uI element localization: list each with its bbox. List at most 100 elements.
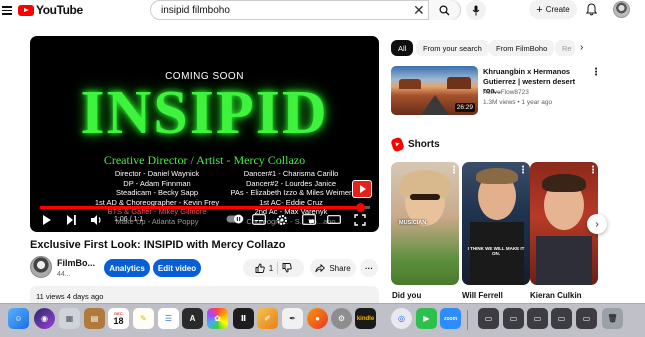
miniplayer-icon[interactable] bbox=[302, 214, 316, 225]
creative-director-credit: Creative Director / Artist - Mercy Colla… bbox=[103, 153, 306, 167]
player-controls: 1:06 / 1:1 bbox=[30, 212, 379, 230]
channel-name[interactable]: FilmBo... bbox=[57, 258, 95, 268]
video-player[interactable]: COMING SOON INSIPID Creative Director / … bbox=[30, 36, 379, 232]
finder-icon[interactable]: ☺ bbox=[8, 308, 29, 329]
progress-bar[interactable] bbox=[40, 203, 370, 212]
play-icon[interactable] bbox=[42, 214, 52, 226]
chip-from-filmboho[interactable]: From FilmBoho bbox=[489, 40, 555, 56]
minimized-window-thumbnail[interactable]: ▭ bbox=[503, 308, 524, 329]
macos-dock: ☺ ◉ ▦ ▤ DEC 18 ✎ ☰ A ✿ Ⅱ ✐ ✒ ● ⚙ kindle … bbox=[0, 303, 645, 337]
kindle-icon[interactable]: kindle bbox=[355, 308, 376, 329]
short-title[interactable]: Will Ferrell bbox=[462, 291, 503, 300]
short-title[interactable]: Did you bbox=[392, 291, 421, 300]
short-title[interactable]: Kieran Culkin bbox=[530, 291, 582, 300]
credit-line: DP - Adam Finnman bbox=[123, 178, 191, 188]
thumbnail-mesa-shape bbox=[447, 77, 471, 89]
video-title: Exclusive First Look: INSIPID with Mercy… bbox=[30, 239, 286, 251]
textedit-icon[interactable]: ✒ bbox=[282, 308, 303, 329]
channel-avatar[interactable] bbox=[30, 256, 52, 278]
youtube-logo[interactable]: YouTube bbox=[18, 3, 83, 17]
chip-from-your-search[interactable]: From your search bbox=[416, 40, 489, 56]
pause-autoplay-toggle-icon[interactable] bbox=[226, 214, 244, 224]
chevron-right-icon[interactable]: › bbox=[580, 42, 583, 53]
reader-app-icon[interactable]: Ⅱ bbox=[233, 308, 254, 329]
edit-video-button[interactable]: Edit video bbox=[153, 259, 201, 277]
chip-related[interactable]: Re bbox=[555, 40, 575, 56]
chevron-right-icon: › bbox=[595, 218, 599, 230]
channel-subscriber-count: 44... bbox=[57, 271, 71, 278]
short-card[interactable]: MUSICIAN, bbox=[391, 162, 459, 285]
short-caption: I THINK WE WILL MAKE IT ON. bbox=[467, 246, 525, 256]
facetime-icon[interactable]: ▶ bbox=[416, 308, 437, 329]
launchpad-icon[interactable]: ▦ bbox=[59, 308, 80, 329]
calendar-icon[interactable]: DEC 18 bbox=[108, 308, 129, 329]
reminders-icon[interactable]: ☰ bbox=[158, 308, 179, 329]
minimized-window-thumbnail[interactable]: ▭ bbox=[478, 308, 499, 329]
analytics-button[interactable]: Analytics bbox=[104, 259, 150, 277]
shorts-scroll-next-button[interactable]: › bbox=[587, 214, 607, 234]
siri-icon[interactable]: ◉ bbox=[34, 308, 55, 329]
progress-bar-fill bbox=[40, 206, 361, 209]
zoom-icon[interactable]: zoom bbox=[440, 308, 461, 329]
youtube-play-logo-icon bbox=[18, 4, 34, 16]
recommendation-channel[interactable]: ActiveFlow8723 bbox=[483, 89, 529, 96]
search-button[interactable] bbox=[428, 0, 460, 20]
create-label: Create bbox=[545, 5, 570, 14]
minimized-window-thumbnail[interactable]: ▭ bbox=[576, 308, 597, 329]
thumbnail-road-shape bbox=[421, 95, 449, 115]
pages-icon[interactable]: ✐ bbox=[257, 308, 278, 329]
safari-icon[interactable]: ◎ bbox=[391, 308, 412, 329]
notes-icon[interactable]: ✎ bbox=[133, 308, 154, 329]
credit-line: Steadicam - Becky Sapp bbox=[115, 188, 199, 197]
thumbs-down-icon[interactable] bbox=[282, 263, 292, 273]
share-button[interactable]: Share bbox=[310, 259, 356, 277]
views-and-date: 11 views 4 days ago bbox=[36, 292, 104, 301]
more-horizontal-icon: ··· bbox=[365, 263, 373, 273]
insipid-title-text: INSIPID bbox=[80, 79, 329, 147]
settings-gear-icon[interactable] bbox=[276, 214, 288, 226]
clear-search-icon[interactable]: ✕ bbox=[413, 3, 425, 17]
search-icon bbox=[439, 4, 450, 15]
more-actions-button[interactable]: ··· bbox=[360, 259, 378, 277]
volume-icon[interactable] bbox=[90, 214, 103, 226]
trash-icon[interactable]: 🗑 bbox=[602, 308, 623, 329]
search-input[interactable] bbox=[161, 4, 411, 16]
app-store-icon[interactable]: A bbox=[182, 308, 203, 329]
zoom-label: zoom bbox=[443, 315, 458, 322]
voice-search-button[interactable] bbox=[466, 0, 486, 20]
theater-mode-icon[interactable] bbox=[327, 214, 341, 225]
subtitles-icon[interactable] bbox=[252, 214, 266, 225]
more-vertical-icon[interactable]: ⋮ bbox=[518, 166, 528, 176]
more-vertical-icon[interactable]: ⋮ bbox=[591, 68, 601, 78]
minimized-window-thumbnail[interactable]: ▭ bbox=[551, 308, 572, 329]
create-button[interactable]: + Create bbox=[529, 0, 577, 19]
recommendation-thumbnail[interactable]: 26:29 bbox=[391, 66, 478, 115]
dock-separator bbox=[467, 310, 468, 330]
minimized-window-thumbnail[interactable]: ▭ bbox=[527, 308, 548, 329]
next-video-icon[interactable] bbox=[66, 214, 77, 226]
system-settings-icon[interactable]: ⚙ bbox=[331, 308, 352, 329]
masthead: YouTube ✕ + Create bbox=[0, 0, 645, 22]
chip-all[interactable]: All bbox=[391, 40, 414, 56]
notifications-bell-icon[interactable] bbox=[586, 3, 597, 16]
microphone-icon bbox=[472, 5, 480, 15]
like-count[interactable]: 1 bbox=[269, 264, 273, 273]
fullscreen-icon[interactable] bbox=[354, 214, 366, 226]
photos-icon[interactable]: ✿ bbox=[207, 308, 228, 329]
notes-app-icon[interactable]: ▤ bbox=[84, 308, 105, 329]
more-vertical-icon[interactable]: ⋮ bbox=[588, 166, 598, 176]
hamburger-menu-icon[interactable] bbox=[2, 4, 12, 16]
subscribe-watermark-icon[interactable] bbox=[352, 180, 372, 198]
like-dislike-group: 1 bbox=[243, 259, 304, 277]
more-vertical-icon[interactable]: ⋮ bbox=[449, 166, 459, 176]
calendar-day: 18 bbox=[113, 316, 124, 326]
thumbs-up-icon[interactable] bbox=[255, 263, 265, 273]
firefox-icon[interactable]: ● bbox=[307, 308, 328, 329]
credit-line: PAs - Elizabeth Izzo & Miles Weimer bbox=[230, 188, 352, 197]
sunglasses-shape bbox=[410, 194, 440, 200]
account-avatar[interactable] bbox=[613, 1, 630, 18]
short-hair-shape bbox=[476, 168, 518, 184]
search-box: ✕ bbox=[150, 0, 461, 20]
short-suit-shape bbox=[536, 236, 592, 285]
short-card[interactable]: I THINK WE WILL MAKE IT ON. bbox=[462, 162, 530, 285]
